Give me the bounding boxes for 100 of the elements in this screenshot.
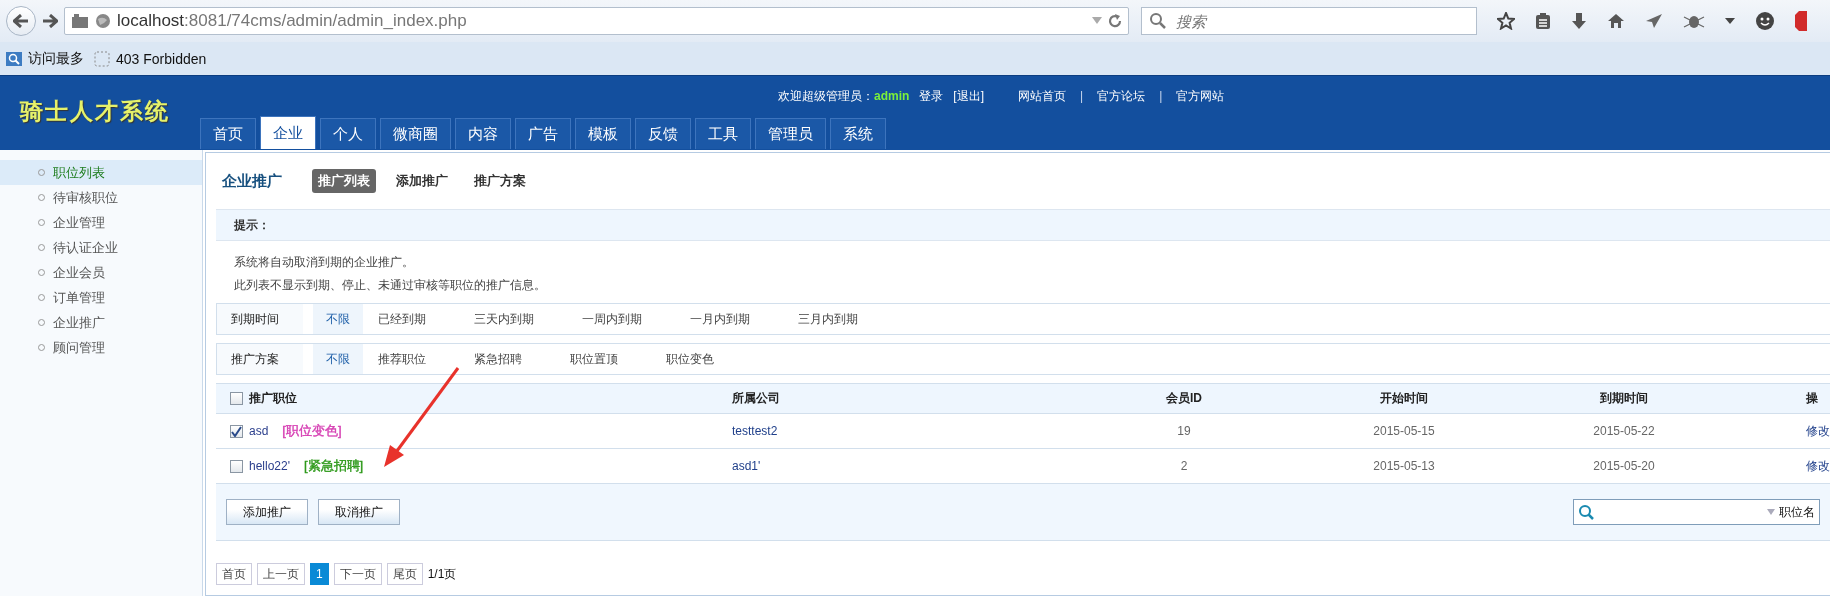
separator: | [1158,89,1164,103]
sidebar-item[interactable]: 企业推广 [0,310,202,335]
checkbox[interactable] [230,459,243,473]
search-field[interactable]: 搜索 [1174,11,1468,31]
filter-option[interactable]: 已经到期 [365,304,439,334]
nav-tab[interactable]: 企业 [260,116,316,149]
checkmark-icon [231,425,242,437]
checkbox[interactable] [230,424,243,438]
column-header: 会员ID [1166,390,1202,407]
back-arrow-icon [13,14,29,28]
sub-tab[interactable]: 推广列表 [312,169,376,193]
sidebar-item[interactable]: 订单管理 [0,285,202,310]
filter-label: 到期时间 [217,304,303,334]
tip-title: 提示： [234,216,270,234]
page-link[interactable]: 1 [310,563,329,585]
filter-option[interactable]: 一月内到期 [677,304,763,334]
company-link[interactable]: asd1' [732,459,761,473]
tip-text: 此列表不显示到期、停止、未通过审核等职位的推广信息。 [234,277,547,294]
sidebar-item[interactable]: 职位列表 [0,160,202,185]
header-link[interactable]: 登录 [919,87,944,105]
job-tag: [紧急招聘] [304,457,364,475]
address-bar[interactable]: localhost:8081/74cms/admin/admin_index.php [64,7,1129,35]
download-icon[interactable] [1571,12,1587,30]
filter-option[interactable]: 推荐职位 [365,344,439,374]
sidebar-item[interactable]: 待审核职位 [0,185,202,210]
bookmark-link[interactable]: 访问最多 [28,49,84,68]
search-bar[interactable]: 搜索 [1141,7,1477,35]
column-header: 推广职位 [249,390,297,407]
job-link[interactable]: asd [249,424,269,438]
nav-tab[interactable]: 模板 [575,118,631,149]
sidebar-item[interactable]: 待认证企业 [0,235,202,260]
bookmark-link[interactable]: 403 Forbidden [116,50,207,67]
nav-tab[interactable]: 工具 [695,118,751,149]
welcome-text: 欢迎超级管理员：admin [778,87,910,105]
smiley-icon[interactable] [1755,11,1775,31]
bug-icon[interactable] [1683,13,1705,29]
filter-option[interactable]: 三月内到期 [785,304,871,334]
nav-tab[interactable]: 个人 [320,118,376,149]
filter-option[interactable]: 职位变色 [653,344,727,374]
nav-tab[interactable]: 首页 [200,118,256,149]
sidebar-item[interactable]: 顾问管理 [0,335,202,360]
page-link[interactable]: 尾页 [386,563,423,585]
page-link[interactable]: 下一页 [333,563,382,585]
nav-tab[interactable]: 内容 [455,118,511,149]
search-type[interactable]: 职位名 [1779,503,1815,521]
search-icon [1578,504,1594,520]
filter-option[interactable]: 紧急招聘 [461,344,535,374]
bookmark-folder-icon [6,50,22,67]
caret-icon[interactable] [1725,18,1735,24]
search-field[interactable]: 职位名 [1573,499,1820,525]
filter-option[interactable]: 一周内到期 [569,304,655,334]
dropdown-icon [1092,17,1102,25]
nav-tab[interactable]: 管理员 [755,118,826,149]
sub-tab[interactable]: 添加推广 [390,169,454,193]
sidebar-item[interactable]: 企业会员 [0,260,202,285]
filter-option[interactable]: 不限 [313,304,363,334]
header-link[interactable]: 官方网站 [1176,87,1225,105]
clipboard-icon[interactable] [1535,12,1551,30]
table-cell: 2015-05-20 [1593,459,1655,473]
edit-link[interactable]: 修改 [1806,422,1830,440]
page-count: 1/1页 [427,565,457,583]
separator: | [1079,89,1085,103]
stop-sign-icon[interactable] [1795,11,1807,31]
checkbox[interactable] [230,392,243,405]
column-header: 所属公司 [732,390,780,407]
job-link[interactable]: hello22' [249,459,290,473]
nav-tab[interactable]: 广告 [515,118,571,149]
nav-tab[interactable]: 反馈 [635,118,691,149]
header-link[interactable]: 官方论坛 [1097,87,1146,105]
table-cell: 2015-05-13 [1373,459,1435,473]
forward-icon[interactable] [42,14,58,28]
back-button[interactable] [6,6,36,36]
sidebar-item[interactable]: 企业管理 [0,210,202,235]
page-link[interactable]: 上一页 [257,563,305,585]
table-cell: 2015-05-15 [1373,424,1435,438]
column-header: 操 [1806,390,1818,407]
filter-option[interactable]: 三天内到期 [461,304,547,334]
sub-tab[interactable]: 推广方案 [468,169,532,193]
edit-link[interactable]: 修改 [1806,457,1830,475]
dropdown-icon [1767,509,1775,515]
home-icon[interactable] [1607,13,1625,29]
table-cell: 2015-05-22 [1593,424,1655,438]
action-button[interactable]: 取消推广 [318,499,400,525]
tip-text: 系统将自动取消到期的企业推广。 [234,254,415,271]
star-icon[interactable] [1497,12,1515,30]
header-link[interactable]: 网站首页 [1018,87,1066,105]
filter-option[interactable]: 不限 [313,344,363,374]
page-link[interactable]: 首页 [216,563,252,585]
company-link[interactable]: testtest2 [732,424,778,438]
action-button[interactable]: 添加推广 [226,499,308,525]
job-tag: [职位变色] [282,422,342,440]
blank-page-icon [94,50,110,67]
filter-option[interactable]: 职位置顶 [557,344,631,374]
nav-tab[interactable]: 微商圈 [380,118,451,149]
filter-label: 推广方案 [217,344,303,374]
reload-icon[interactable] [1108,14,1122,28]
nav-tab[interactable]: 系统 [830,118,886,149]
paper-plane-icon[interactable] [1645,13,1663,29]
stack-icon [71,13,89,29]
header-link[interactable]: [退出] [953,87,984,105]
